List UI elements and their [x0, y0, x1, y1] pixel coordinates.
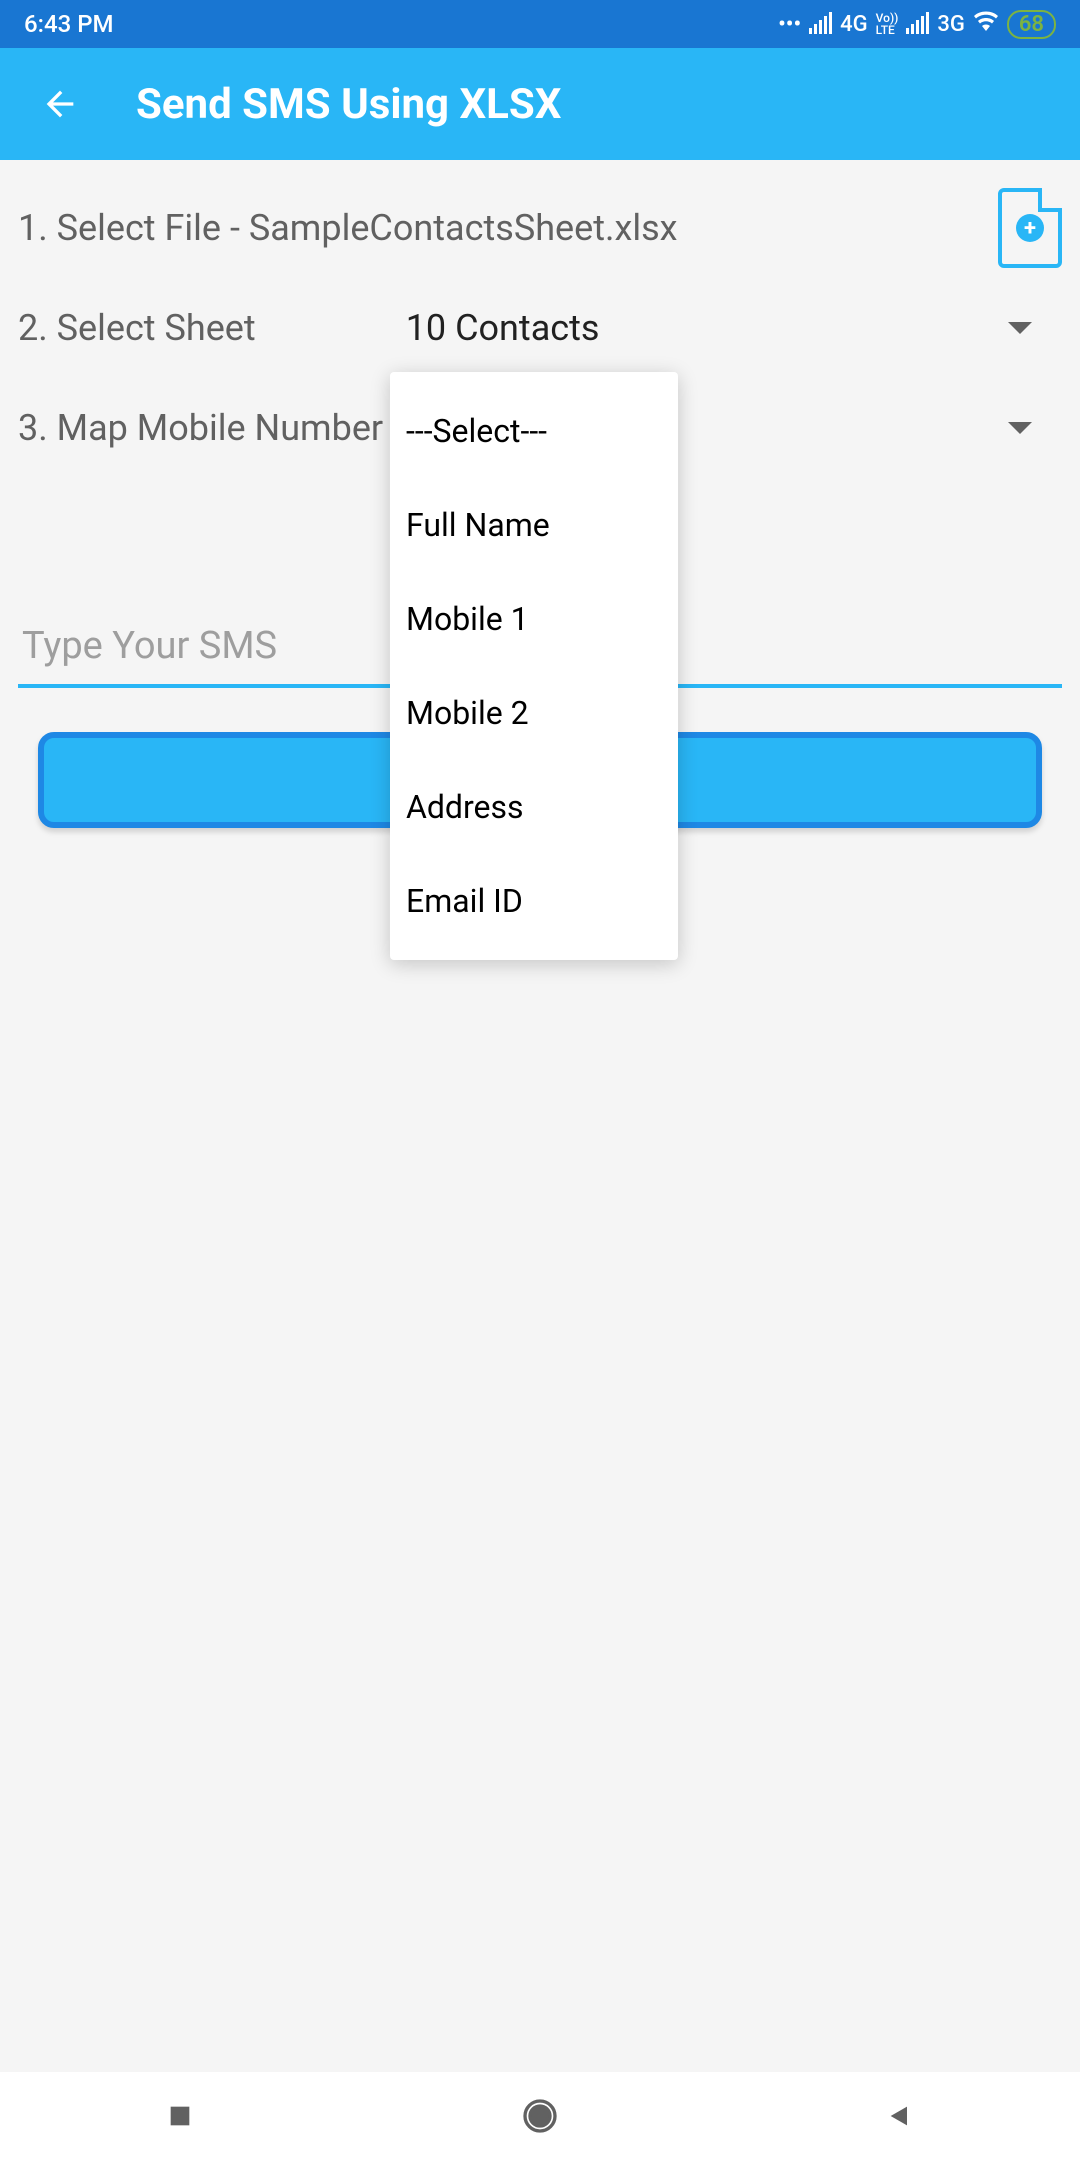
mobile-map-dropdown-popup: ---Select--- Full Name Mobile 1 Mobile 2…: [390, 372, 678, 960]
add-file-button[interactable]: +: [998, 188, 1062, 268]
nav-home-button[interactable]: [518, 2094, 562, 2138]
dropdown-item-address[interactable]: Address: [390, 760, 678, 854]
step-2-row: 2. Select Sheet 10 Contacts: [18, 278, 1062, 378]
selected-filename: SampleContactsSheet.xlsx: [249, 207, 678, 249]
step-3-label: 3. Map Mobile Number: [18, 407, 383, 449]
status-bar: 6:43 PM ••• 4G Vo))LTE 3G 68: [0, 0, 1080, 48]
sheet-select-value: 10 Contacts: [406, 307, 600, 349]
dropdown-item-fullname[interactable]: Full Name: [390, 478, 678, 572]
status-right: ••• 4G Vo))LTE 3G 68: [778, 10, 1056, 39]
page-title: Send SMS Using XLSX: [136, 80, 561, 129]
back-button[interactable]: [36, 80, 84, 128]
wifi-icon: [973, 11, 999, 37]
battery-icon: 68: [1007, 10, 1056, 39]
network-1-label: 4G: [840, 12, 868, 37]
chevron-down-icon: [1008, 322, 1032, 334]
dropdown-item-select[interactable]: ---Select---: [390, 384, 678, 478]
sheet-select[interactable]: 10 Contacts: [406, 307, 1032, 349]
step-1-text: 1. Select File - SampleContactsSheet.xls…: [18, 207, 678, 249]
signal-bars-1-icon: [809, 14, 832, 34]
nav-bar: [0, 2072, 1080, 2160]
nav-back-button[interactable]: [878, 2094, 922, 2138]
nav-recent-button[interactable]: [158, 2094, 202, 2138]
dropdown-item-emailid[interactable]: Email ID: [390, 854, 678, 948]
step-1-row: 1. Select File - SampleContactsSheet.xls…: [18, 178, 1062, 278]
step-1-label: 1. Select File -: [18, 207, 249, 249]
dropdown-item-mobile1[interactable]: Mobile 1: [390, 572, 678, 666]
more-icon: •••: [778, 12, 801, 37]
chevron-down-icon: [1008, 422, 1032, 434]
dropdown-item-mobile2[interactable]: Mobile 2: [390, 666, 678, 760]
signal-bars-2-icon: [906, 14, 929, 34]
plus-icon: +: [1016, 214, 1044, 242]
step-2-label: 2. Select Sheet: [18, 307, 256, 349]
volte-label: Vo))LTE: [876, 12, 899, 36]
status-time: 6:43 PM: [24, 10, 114, 38]
app-bar: Send SMS Using XLSX: [0, 48, 1080, 160]
network-2-label: 3G: [937, 12, 965, 37]
